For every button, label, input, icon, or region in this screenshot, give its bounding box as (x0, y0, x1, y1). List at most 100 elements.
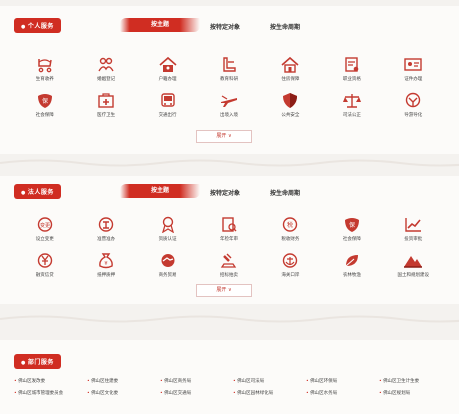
service-item[interactable]: 交通出行 (137, 92, 198, 118)
legal-services-panel: ● 法人服务 按主题 按特定对象 按生命周期 变更 设立变更 准营准办 资质认证 … (0, 176, 459, 304)
id-card-icon (404, 58, 422, 71)
personal-service-grid: 生育收养 婚姻登记 户籍办理 教育科研 住房保障 职业资格 证件办理 保 社会保 (14, 56, 444, 118)
service-item[interactable]: 公共安全 (260, 92, 321, 118)
service-item[interactable]: 海关口岸 (260, 252, 321, 278)
svg-text:保: 保 (349, 221, 355, 229)
legal-expand-button[interactable]: 展开 ∨ (196, 284, 252, 297)
service-item[interactable]: 国土和规划建设 (383, 252, 444, 278)
department-link[interactable]: 佛山区规划局 (379, 390, 452, 396)
svg-text:保: 保 (42, 97, 48, 105)
service-item[interactable]: 保 社会保障 (321, 216, 382, 242)
tab-by-lifecycle[interactable]: 按生命周期 (270, 188, 300, 197)
tax-icon: 税 (283, 217, 298, 232)
service-item[interactable]: 农林牧渔 (321, 252, 382, 278)
service-label: 国土和规划建设 (397, 273, 430, 278)
medical-kit-icon (98, 93, 114, 108)
service-item[interactable]: 职业资格 (321, 56, 382, 82)
service-label: 准营准办 (97, 237, 116, 242)
expand-label: 展开 (216, 287, 227, 293)
svg-text:¥: ¥ (105, 261, 108, 267)
service-label: 税收财务 (281, 237, 300, 242)
department-link[interactable]: 佛山区环保局 (306, 378, 379, 384)
plane-icon (220, 95, 237, 107)
legal-services-title: 法人服务 (27, 189, 54, 196)
department-link[interactable]: 佛山区水务局 (306, 390, 379, 396)
service-label: 社会保障 (342, 237, 361, 242)
service-item[interactable]: ¥ 抵押质押 (75, 252, 136, 278)
service-item[interactable]: 商务贸易 (137, 252, 198, 278)
tab-by-topic[interactable]: 按主题 (120, 18, 200, 32)
chevron-down-icon: ∨ (227, 133, 232, 139)
permit-icon (98, 217, 114, 232)
service-item[interactable]: 户籍办理 (137, 56, 198, 82)
service-item[interactable]: 司法公正 (321, 92, 382, 118)
service-item[interactable]: 税 税收财务 (260, 216, 321, 242)
department-services-label: ● 部门服务 (14, 354, 61, 369)
social-security-icon: 保 (37, 94, 52, 108)
department-link[interactable]: 佛山区交通局 (160, 390, 233, 396)
service-item[interactable]: 证件办理 (383, 56, 444, 82)
building-icon: ● (21, 360, 26, 366)
personal-services-label: ● 个人服务 (14, 18, 61, 33)
tab-by-lifecycle[interactable]: 按生命周期 (270, 22, 300, 31)
legal-service-grid: 变更 设立变更 准营准办 资质认证 年检年审 税 税收财务 保 社会保障 投资审… (14, 216, 444, 278)
service-label: 婚姻登记 (97, 77, 116, 82)
scales-icon (342, 94, 361, 108)
service-label: 证件办理 (404, 77, 423, 82)
mountain-icon (404, 256, 423, 268)
service-label: 社会保障 (35, 113, 54, 118)
service-item[interactable]: 保 社会保障 (14, 92, 75, 118)
anchor-icon (283, 253, 298, 268)
service-label: 住房保障 (281, 77, 300, 82)
department-services-panel: ●部门服务 佛山区发改委 佛山区住建委 佛山区商务局 佛山区司法局 佛山区环保局… (0, 340, 459, 414)
personal-services-panel: ● 个人服务 按主题 按特定对象 按生命周期 生育收养 婚姻登记 户籍办理 教育科… (0, 6, 459, 154)
tab-by-topic[interactable]: 按主题 (120, 184, 200, 198)
social-security-icon: 保 (344, 218, 359, 232)
tab-by-target[interactable]: 按特定对象 (210, 22, 240, 31)
service-label: 医疗卫生 (97, 113, 116, 118)
service-item[interactable]: 融资信贷 (14, 252, 75, 278)
service-item[interactable]: 年检年审 (198, 216, 259, 242)
stroller-icon (37, 59, 52, 73)
chevron-down-icon: ∨ (227, 287, 232, 293)
service-label: 招标拍卖 (219, 273, 238, 278)
service-label: 生育收养 (35, 77, 54, 82)
service-item[interactable]: 医疗卫生 (75, 92, 136, 118)
department-link[interactable]: 佛山区住建委 (87, 378, 160, 384)
service-label: 年检年审 (219, 237, 238, 242)
service-item[interactable]: 婚姻登记 (75, 56, 136, 82)
department-link[interactable]: 佛山区文化委 (87, 390, 160, 396)
decorative-wave (0, 315, 459, 323)
service-item[interactable]: 导游导化 (383, 92, 444, 118)
bus-icon (160, 93, 175, 107)
service-item[interactable]: 准营准办 (75, 216, 136, 242)
service-item[interactable]: 教育科研 (198, 56, 259, 82)
department-link[interactable]: 佛山区卫生计生委 (379, 378, 452, 384)
service-item[interactable]: 变更 设立变更 (14, 216, 75, 242)
svg-text:税: 税 (287, 221, 293, 229)
service-label: 投资审批 (404, 237, 423, 242)
expand-label: 展开 (216, 133, 227, 139)
service-label: 户籍办理 (158, 77, 177, 82)
service-item[interactable]: 住房保障 (260, 56, 321, 82)
service-item[interactable]: 生育收养 (14, 56, 75, 82)
department-link[interactable]: 佛山区司法局 (233, 378, 306, 384)
service-item[interactable]: 招标拍卖 (198, 252, 259, 278)
department-link[interactable]: 佛山区发改委 (14, 378, 87, 384)
department-link[interactable]: 佛山区城市管理委员会 (14, 390, 87, 396)
department-link[interactable]: 佛山区商务局 (160, 378, 233, 384)
service-label: 出境入境 (219, 113, 238, 118)
service-item[interactable]: 投资审批 (383, 216, 444, 242)
service-item[interactable]: 出境入境 (198, 92, 259, 118)
personal-expand-button[interactable]: 展开 ∨ (196, 130, 252, 143)
personal-services-title: 个人服务 (27, 23, 54, 30)
service-label: 资质认证 (158, 237, 177, 242)
service-item[interactable]: 资质认证 (137, 216, 198, 242)
chart-icon (405, 218, 422, 232)
service-label: 交通出行 (158, 113, 177, 118)
department-link[interactable]: 佛山区园林绿化局 (233, 390, 306, 396)
service-label: 公共安全 (281, 113, 300, 118)
service-label: 设立变更 (35, 237, 54, 242)
tab-by-target[interactable]: 按特定对象 (210, 188, 240, 197)
certificate-icon (345, 57, 359, 72)
